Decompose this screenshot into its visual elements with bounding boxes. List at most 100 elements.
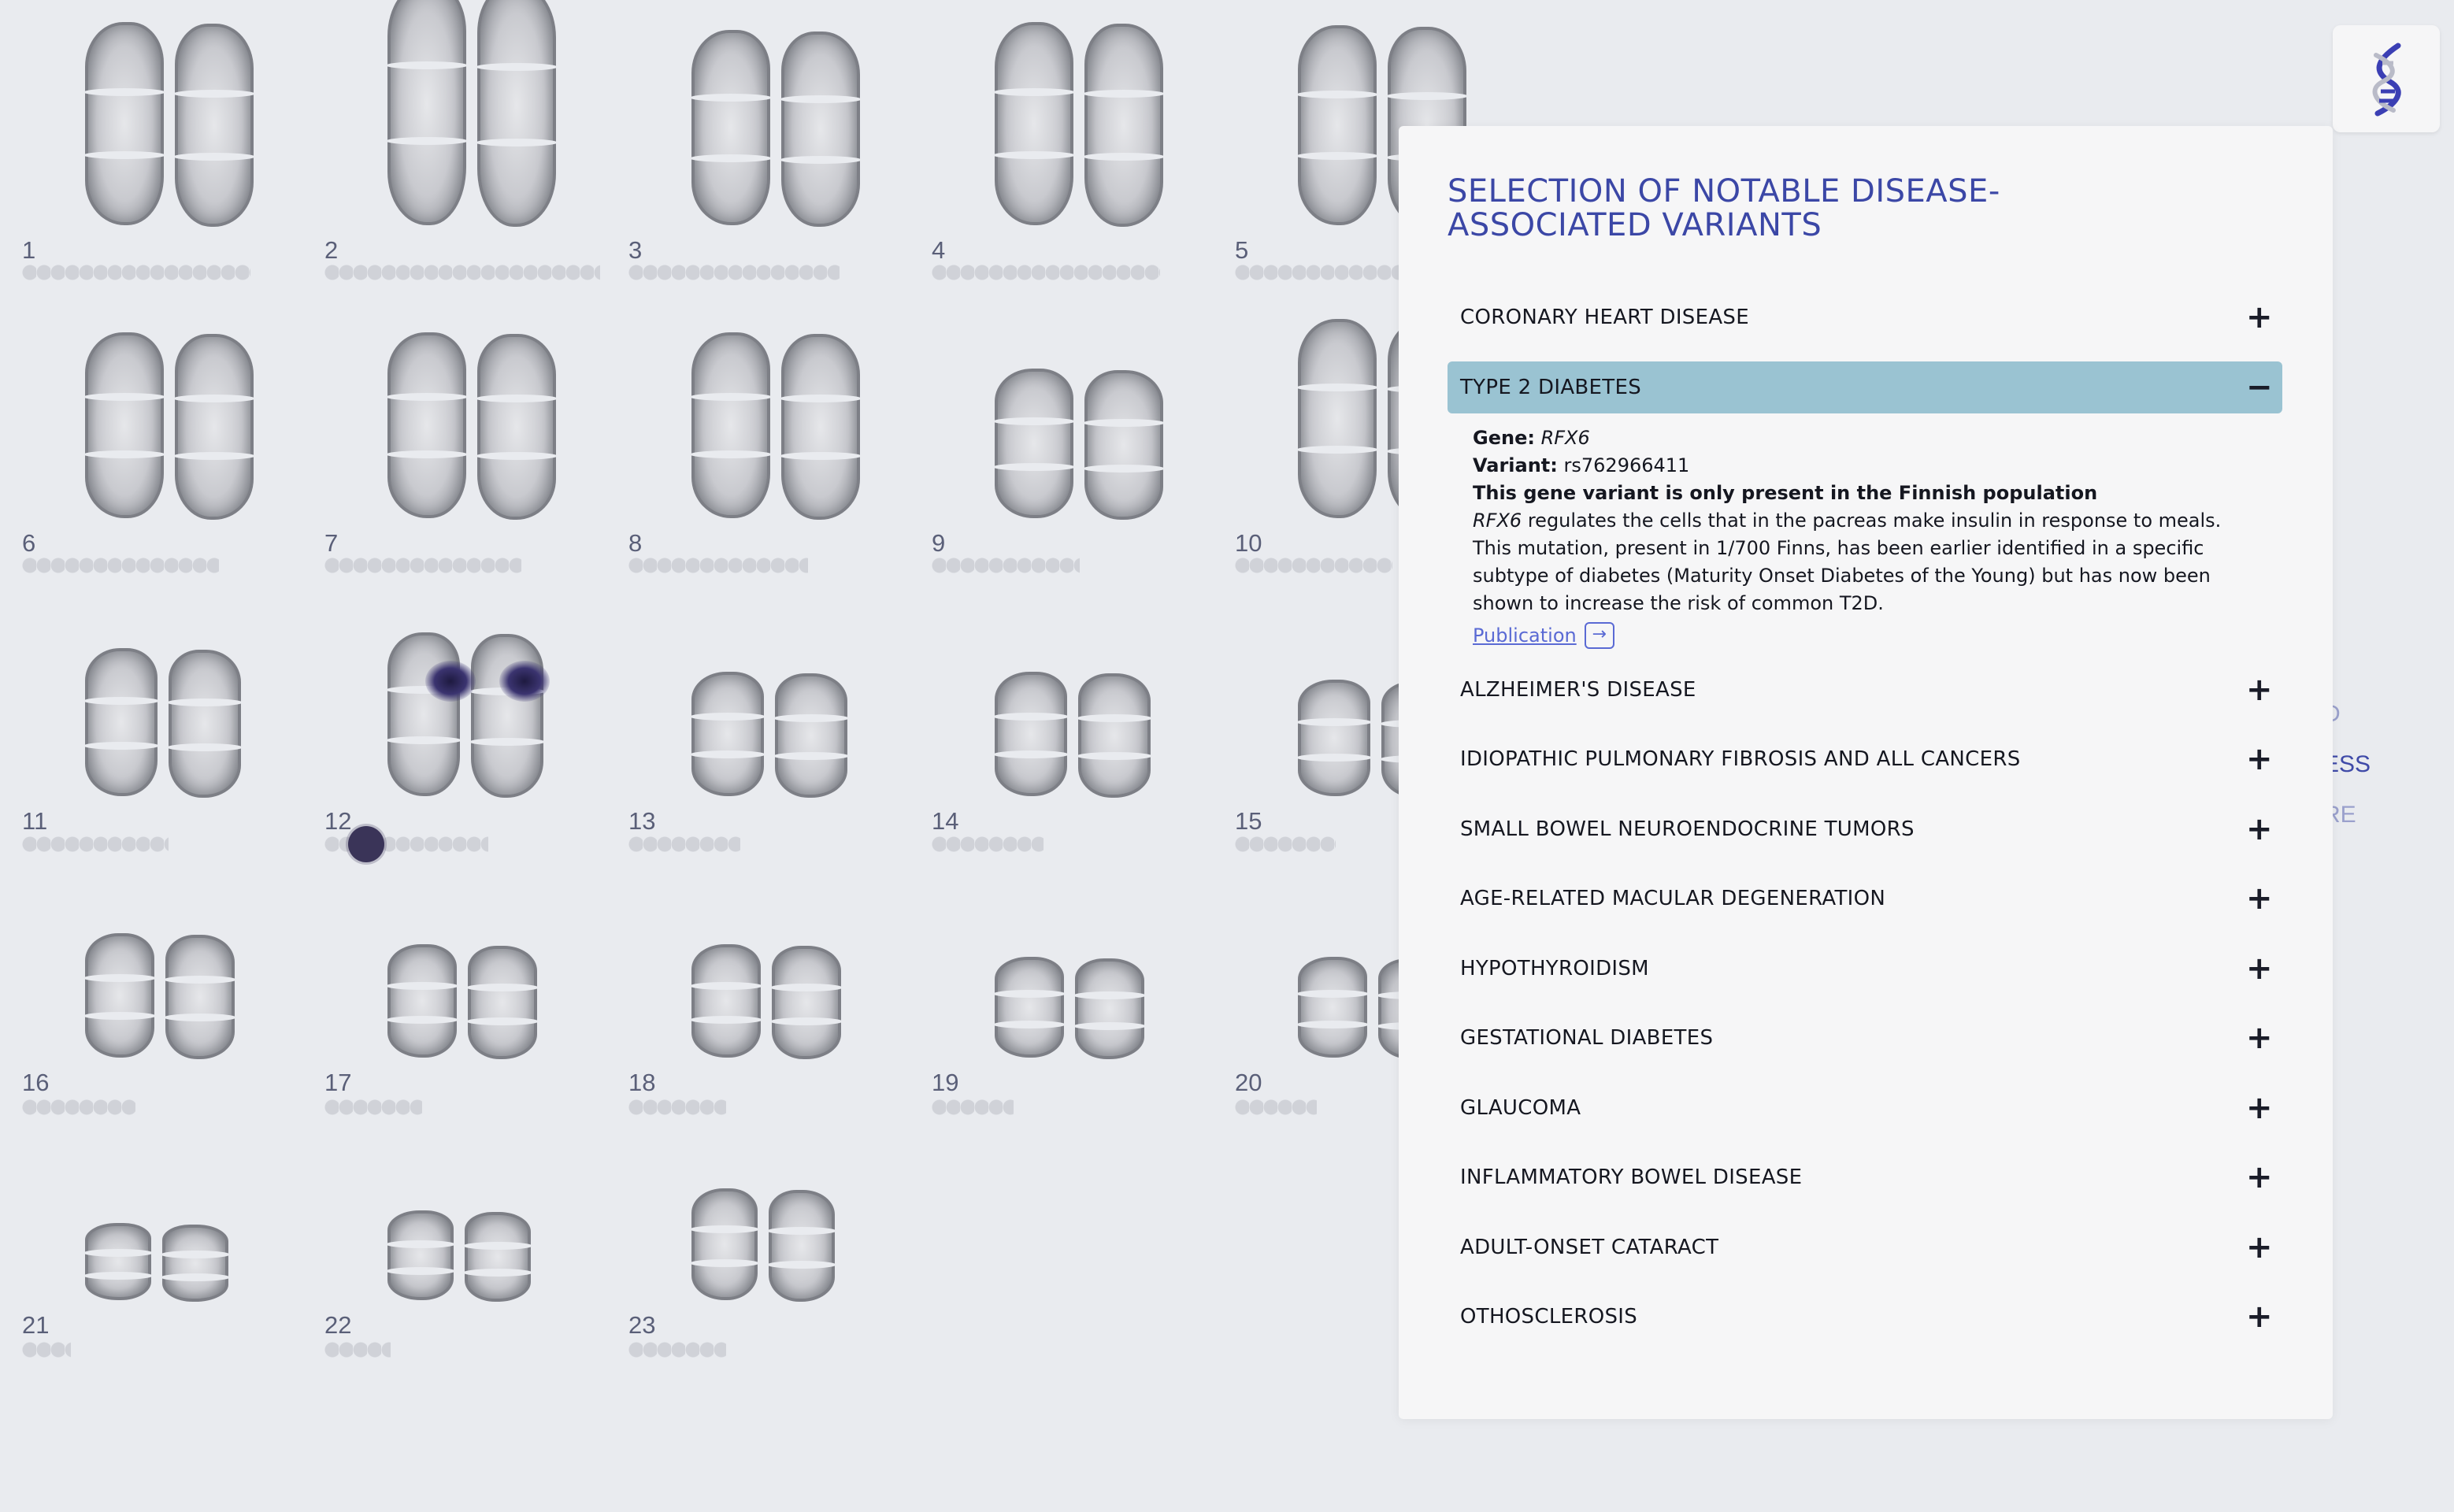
- chromosome-number: 4: [932, 236, 946, 264]
- accordion-header[interactable]: OTHOSCLEROSIS +: [1448, 1291, 2282, 1343]
- disease-label: IDIOPATHIC PULMONARY FIBROSIS AND ALL CA…: [1460, 747, 2021, 771]
- variant-dots-track: [628, 558, 808, 573]
- variant-dots-track: [22, 836, 169, 852]
- chromatid: [386, 0, 468, 225]
- chromosome-number: 20: [1235, 1069, 1262, 1096]
- chromosome-number: 2: [324, 236, 339, 264]
- chromatid: [780, 32, 862, 227]
- expand-icon[interactable]: +: [2246, 1092, 2273, 1124]
- chromosome-number: 13: [628, 807, 656, 835]
- accordion-header[interactable]: GESTATIONAL DIABETES +: [1448, 1012, 2282, 1064]
- chromatid: [993, 672, 1069, 796]
- accordion-header[interactable]: HYPOTHYROIDISM +: [1448, 943, 2282, 995]
- variant-dots-track: [1235, 1099, 1317, 1115]
- menu-logo-button[interactable]: [2333, 25, 2440, 132]
- disease-label: ADULT-ONSET CATARACT: [1460, 1235, 1719, 1259]
- variant-label: Variant:: [1473, 454, 1558, 476]
- accordion-item: AGE-RELATED MACULAR DEGENERATION +: [1448, 865, 2282, 935]
- expand-icon[interactable]: +: [2246, 1232, 2273, 1263]
- chromosome-number: 17: [324, 1069, 352, 1096]
- variant-dots-track: [628, 1342, 726, 1358]
- chromosome-number: 18: [628, 1069, 656, 1096]
- side-nav-item[interactable]: D: [2323, 689, 2449, 739]
- expand-icon[interactable]: +: [2246, 953, 2273, 984]
- accordion-header[interactable]: TYPE 2 DIABETES −: [1448, 361, 2282, 413]
- chromosome-number: 22: [324, 1311, 352, 1339]
- expand-icon[interactable]: +: [2246, 674, 2273, 706]
- collapse-icon[interactable]: −: [2246, 372, 2273, 403]
- variant-highlight-mark: [499, 661, 550, 702]
- publication-link[interactable]: Publication: [1473, 622, 1577, 650]
- publication-link-row: Publication →: [1473, 622, 1614, 650]
- gene-label: Gene:: [1473, 426, 1535, 449]
- variant-dots-track: [324, 1342, 391, 1358]
- accordion-item: ADULT-ONSET CATARACT +: [1448, 1214, 2282, 1284]
- accordion-header[interactable]: ADULT-ONSET CATARACT +: [1448, 1221, 2282, 1273]
- variant-dots-track: [1235, 558, 1392, 573]
- chromatid: [773, 673, 849, 798]
- accordion-header[interactable]: AGE-RELATED MACULAR DEGENERATION +: [1448, 873, 2282, 925]
- expand-icon[interactable]: +: [2246, 1022, 2273, 1054]
- expand-icon[interactable]: +: [2246, 813, 2273, 845]
- variant-dots-track: [1235, 836, 1336, 852]
- variant-highlight: This gene variant is only present in the…: [1473, 480, 2257, 507]
- chromatid: [386, 332, 468, 518]
- chromatid: [83, 22, 165, 225]
- description-text: regulates the cells that in the pacreas …: [1473, 509, 2222, 614]
- chromosome-number: 16: [22, 1069, 50, 1096]
- chromatid: [386, 1210, 455, 1300]
- expand-icon[interactable]: +: [2246, 1162, 2273, 1193]
- chromatid: [770, 946, 843, 1059]
- chromatid: [993, 957, 1066, 1058]
- disease-label: TYPE 2 DIABETES: [1460, 375, 1641, 399]
- external-arrow-icon[interactable]: →: [1584, 622, 1614, 649]
- variant-dots-track: [628, 265, 840, 280]
- disease-label: INFLAMMATORY BOWEL DISEASE: [1460, 1166, 1803, 1189]
- accordion-item: GESTATIONAL DIABETES +: [1448, 1004, 2282, 1074]
- chromosome-number: 5: [1235, 236, 1249, 264]
- disease-accordion: CORONARY HEART DISEASE + TYPE 2 DIABETES − G…: [1448, 284, 2282, 1353]
- accordion-item: IDIOPATHIC PULMONARY FIBROSIS AND ALL CA…: [1448, 725, 2282, 795]
- chromatid: [690, 1188, 759, 1300]
- chromosome-number: 14: [932, 807, 959, 835]
- accordion-header[interactable]: CORONARY HEART DISEASE +: [1448, 291, 2282, 343]
- expand-icon[interactable]: +: [2246, 883, 2273, 914]
- chromosome-number: 9: [932, 529, 946, 557]
- variant-marker[interactable]: [348, 826, 384, 862]
- side-nav: D ESS RE: [2323, 689, 2449, 840]
- chromosome-number: 21: [22, 1311, 50, 1339]
- accordion-item: ALZHEIMER'S DISEASE +: [1448, 656, 2282, 726]
- gene-value: RFX6: [1540, 426, 1590, 449]
- accordion-item: SMALL BOWEL NEUROENDOCRINE TUMORS +: [1448, 795, 2282, 865]
- chromatid: [161, 1225, 230, 1302]
- accordion-header[interactable]: GLAUCOMA +: [1448, 1082, 2282, 1134]
- variant-dots-track: [628, 1099, 726, 1115]
- chromatid: [1296, 25, 1378, 225]
- chromatid: [83, 332, 165, 518]
- chromosome-number: 6: [22, 529, 36, 557]
- disease-label: SMALL BOWEL NEUROENDOCRINE TUMORS: [1460, 817, 1915, 841]
- chromatid: [386, 632, 462, 796]
- variant-value: rs762966411: [1563, 454, 1690, 476]
- chromatid: [83, 648, 159, 796]
- expand-icon[interactable]: +: [2246, 1301, 2273, 1332]
- variant-dots-track: [932, 558, 1080, 573]
- chromatid: [993, 369, 1075, 518]
- side-nav-item[interactable]: ESS: [2323, 739, 2449, 790]
- accordion-header[interactable]: INFLAMMATORY BOWEL DISEASE +: [1448, 1151, 2282, 1203]
- disease-label: AGE-RELATED MACULAR DEGENERATION: [1460, 887, 1886, 910]
- accordion-header[interactable]: IDIOPATHIC PULMONARY FIBROSIS AND ALL CA…: [1448, 733, 2282, 785]
- accordion-header[interactable]: SMALL BOWEL NEUROENDOCRINE TUMORS +: [1448, 803, 2282, 855]
- disease-label: GESTATIONAL DIABETES: [1460, 1026, 1714, 1050]
- disease-label: ALZHEIMER'S DISEASE: [1460, 677, 1696, 702]
- chromosome-number: 10: [1235, 529, 1262, 557]
- chromatid: [767, 1190, 836, 1302]
- accordion-header[interactable]: ALZHEIMER'S DISEASE +: [1448, 664, 2282, 716]
- variant-description: RFX6 regulates the cells that in the pac…: [1473, 507, 2257, 617]
- expand-icon[interactable]: +: [2246, 302, 2273, 333]
- side-nav-item[interactable]: RE: [2323, 790, 2449, 840]
- expand-icon[interactable]: +: [2246, 743, 2273, 775]
- disease-label: GLAUCOMA: [1460, 1095, 1581, 1120]
- chromosome-number: 11: [22, 807, 48, 835]
- chromosome-number: 3: [628, 236, 643, 264]
